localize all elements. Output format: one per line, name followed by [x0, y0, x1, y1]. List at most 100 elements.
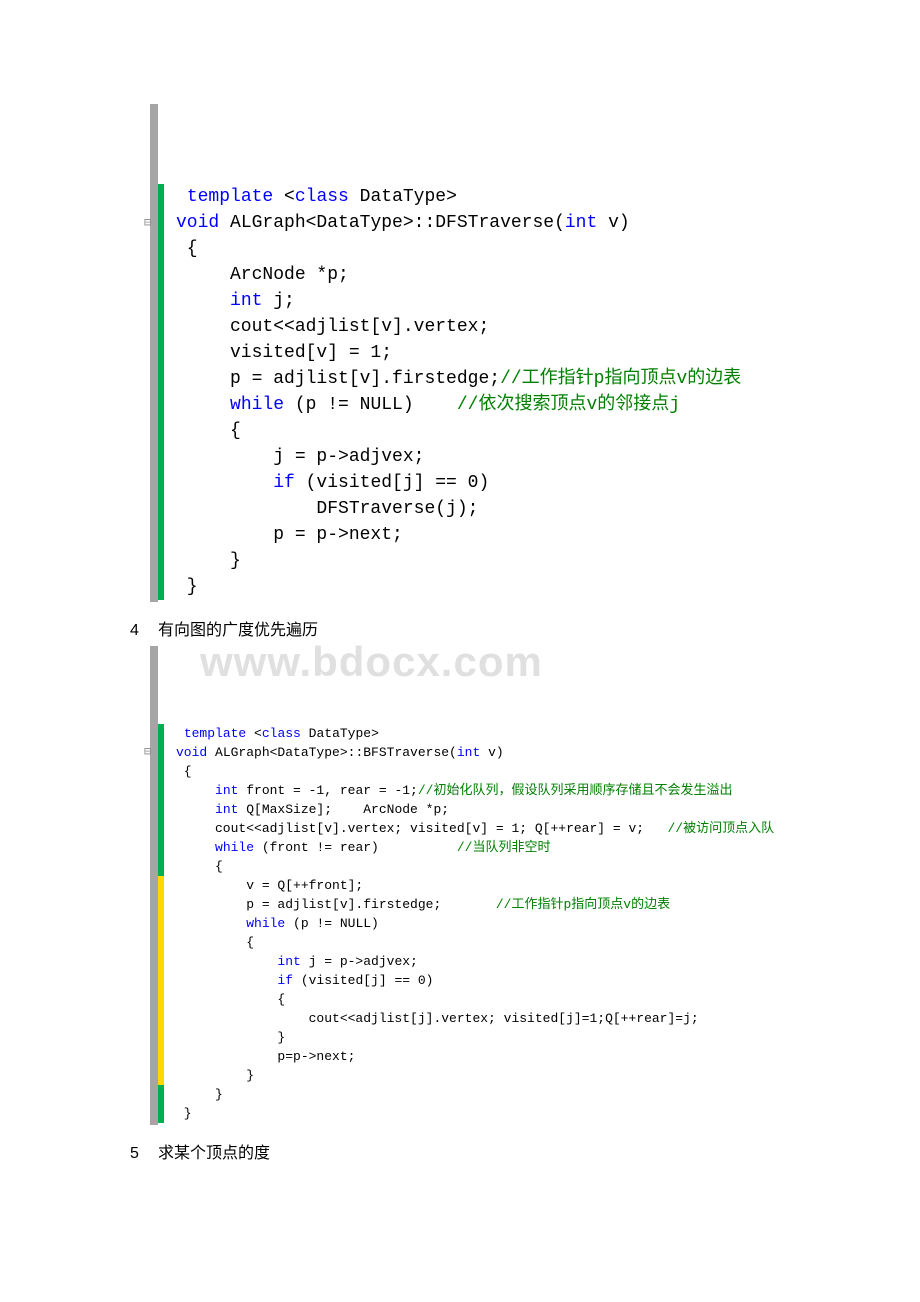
code-token: [176, 726, 184, 741]
code-token: [176, 973, 277, 988]
saved-line-marker: [158, 574, 164, 600]
code-line: p = adjlist[v].firstedge; //工作指针p指向顶点v的边…: [158, 895, 830, 914]
saved-line-marker: [158, 1085, 164, 1104]
code-token: DFSTraverse(j);: [176, 499, 478, 519]
code-line: int Q[MaxSize]; ArcNode *p;: [158, 800, 830, 819]
code-block-dfs: template <class DataType>⊟void ALGraph<D…: [150, 104, 830, 602]
code-line: }: [158, 1028, 830, 1047]
code-token: }: [176, 1087, 223, 1102]
keyword-token: int: [215, 802, 238, 817]
code-token: Q[MaxSize]; ArcNode *p;: [238, 802, 449, 817]
saved-line-marker: [158, 800, 164, 819]
code-line: cout<<adjlist[v].vertex;: [158, 314, 830, 340]
keyword-token: int: [277, 954, 300, 969]
comment-token: //依次搜索顶点v的邻接点j: [457, 395, 680, 415]
code-token: [176, 473, 273, 493]
keyword-token: void: [176, 213, 219, 233]
modified-line-marker: [158, 895, 164, 914]
code-token: {: [176, 764, 192, 779]
saved-line-marker: [158, 314, 164, 340]
saved-line-marker: [158, 210, 164, 236]
modified-line-marker: [158, 876, 164, 895]
code-token: visited[v] = 1;: [176, 343, 392, 363]
saved-line-marker: [158, 548, 164, 574]
code-token: p = adjlist[v].firstedge;: [176, 897, 496, 912]
code-line: {: [158, 857, 830, 876]
keyword-token: class: [262, 726, 301, 741]
keyword-token: while: [230, 395, 284, 415]
code-line: while (p != NULL): [158, 914, 830, 933]
saved-line-marker: [158, 838, 164, 857]
saved-line-marker: [158, 444, 164, 470]
saved-line-marker: [158, 857, 164, 876]
code-line: {: [158, 236, 830, 262]
code-line: p=p->next;: [158, 1047, 830, 1066]
code-token: {: [176, 239, 198, 259]
code-line: {: [158, 762, 830, 781]
fold-icon: ⊟: [144, 210, 151, 236]
saved-line-marker: [158, 522, 164, 548]
code-line: p = p->next;: [158, 522, 830, 548]
saved-line-marker: [158, 724, 164, 743]
keyword-token: int: [230, 291, 262, 311]
code-token: (front != rear): [254, 840, 457, 855]
saved-line-marker: [158, 496, 164, 522]
saved-line-marker: [158, 470, 164, 496]
code-line: while (p != NULL) //依次搜索顶点v的邻接点j: [158, 392, 830, 418]
code-line: }: [158, 574, 830, 600]
keyword-token: class: [295, 187, 349, 207]
modified-line-marker: [158, 952, 164, 971]
keyword-token: template: [187, 187, 273, 207]
code-token: {: [176, 421, 241, 441]
comment-token: //工作指针p指向顶点v的边表: [496, 897, 670, 912]
comment-token: //被访问顶点入队: [667, 821, 774, 836]
code-line: {: [158, 933, 830, 952]
code-token: v): [597, 213, 629, 233]
code-line: visited[v] = 1;: [158, 340, 830, 366]
modified-line-marker: [158, 1047, 164, 1066]
code-line: while (front != rear) //当队列非空时: [158, 838, 830, 857]
code-token: [176, 916, 246, 931]
code-token: }: [176, 577, 198, 597]
code-token: cout<<adjlist[v].vertex;: [176, 317, 489, 337]
code-line: p = adjlist[v].firstedge;//工作指针p指向顶点v的边表: [158, 366, 830, 392]
saved-line-marker: [158, 418, 164, 444]
keyword-token: int: [457, 745, 480, 760]
code-token: [176, 783, 215, 798]
code-token: (p != NULL): [284, 395, 457, 415]
comment-token: //当队列非空时: [457, 840, 551, 855]
code-token: DataType>: [301, 726, 379, 741]
code-line: int j = p->adjvex;: [158, 952, 830, 971]
fold-icon: ⊟: [144, 743, 151, 762]
code-line: cout<<adjlist[v].vertex; visited[v] = 1;…: [158, 819, 830, 838]
code-token: {: [176, 859, 223, 874]
code-token: (visited[j] == 0): [293, 973, 433, 988]
heading-5: 5求某个顶点的度: [130, 1139, 830, 1163]
code-token: }: [176, 1030, 285, 1045]
code-token: }: [176, 1106, 192, 1121]
code-line: }: [158, 1066, 830, 1085]
code-line: ArcNode *p;: [158, 262, 830, 288]
code-line: template <class DataType>: [158, 184, 830, 210]
code-line: }: [158, 548, 830, 574]
code-token: [176, 840, 215, 855]
comment-token: //初始化队列，假设队列采用顺序存储且不会发生溢出: [418, 783, 733, 798]
modified-line-marker: [158, 1066, 164, 1085]
code-token: p=p->next;: [176, 1049, 355, 1064]
code-token: {: [176, 992, 285, 1007]
code-line: ⊟void ALGraph<DataType>::BFSTraverse(int…: [158, 743, 830, 762]
saved-line-marker: [158, 262, 164, 288]
code-token: {: [176, 935, 254, 950]
keyword-token: if: [277, 973, 293, 988]
code-token: (visited[j] == 0): [295, 473, 489, 493]
heading-5-text: 求某个顶点的度: [158, 1145, 270, 1162]
code-line: cout<<adjlist[j].vertex; visited[j]=1;Q[…: [158, 1009, 830, 1028]
code-line: template <class DataType>: [158, 724, 830, 743]
code-line: }: [158, 1085, 830, 1104]
heading-4: 4有向图的广度优先遍历: [130, 616, 830, 640]
saved-line-marker: [158, 762, 164, 781]
heading-4-number: 4: [130, 622, 158, 640]
code-token: v): [480, 745, 503, 760]
comment-token: //工作指针p指向顶点v的边表: [500, 369, 741, 389]
code-token: j = p->adjvex;: [176, 447, 424, 467]
